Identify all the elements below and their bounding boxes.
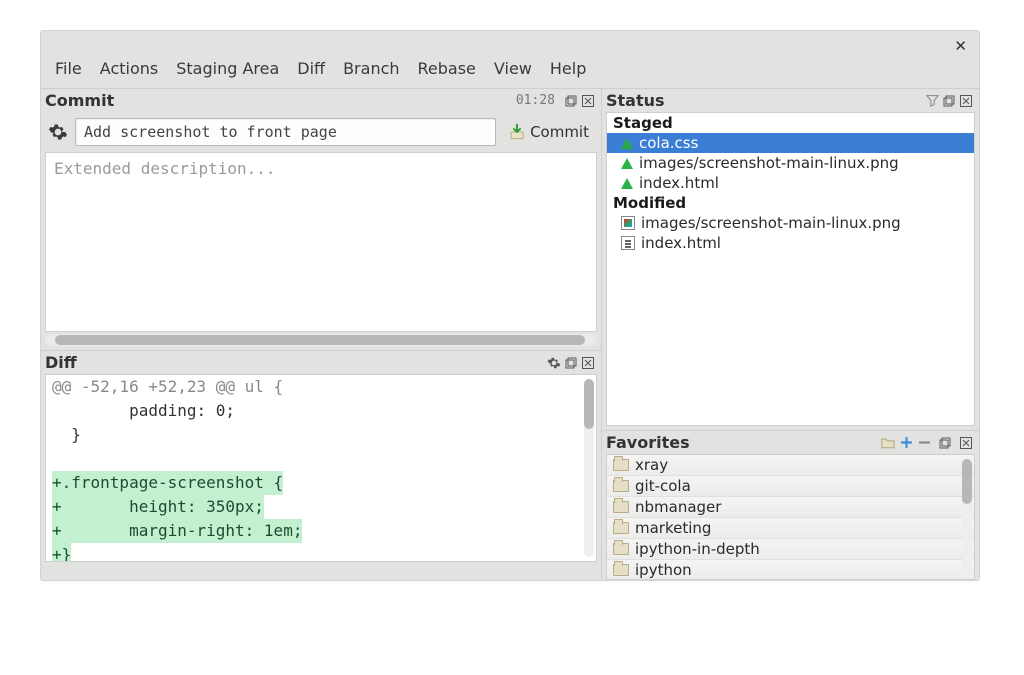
- file-name: images/screenshot-main-linux.png: [639, 154, 899, 172]
- panel-close-icon[interactable]: [959, 94, 973, 108]
- vertical-scrollbar[interactable]: [962, 459, 972, 575]
- folder-icon: [613, 501, 629, 513]
- remove-icon[interactable]: [917, 436, 931, 450]
- favorite-item[interactable]: marketing: [607, 518, 974, 539]
- favorites-list: xray git-cola nbmanager marketing ipython-in…: [606, 454, 975, 580]
- file-name: index.html: [639, 174, 719, 192]
- restore-icon[interactable]: [564, 94, 578, 108]
- horizontal-scrollbar[interactable]: [45, 334, 597, 346]
- diff-view[interactable]: @@ -52,16 +52,23 @@ ul { padding: 0; } +…: [45, 374, 597, 562]
- favorites-panel: Favorites: [602, 430, 979, 580]
- folder-icon: [613, 480, 629, 492]
- diff-panel-header: Diff: [41, 350, 601, 374]
- commit-panel-title: Commit: [45, 91, 114, 110]
- close-icon[interactable]: ✕: [954, 37, 967, 55]
- staged-icon: [621, 178, 633, 189]
- favorite-label: ipython: [635, 561, 692, 579]
- folder-icon: [613, 522, 629, 534]
- diff-line: + height: 350px;: [46, 495, 596, 519]
- panel-close-icon[interactable]: [581, 94, 595, 108]
- staged-icon: [621, 158, 633, 169]
- gear-icon[interactable]: [47, 121, 69, 143]
- favorite-item[interactable]: ipython: [607, 560, 974, 580]
- folder-icon: [613, 564, 629, 576]
- commit-summary-input[interactable]: [75, 118, 496, 146]
- modified-file[interactable]: index.html: [607, 233, 974, 253]
- modified-file[interactable]: images/screenshot-main-linux.png: [607, 213, 974, 233]
- file-name: images/screenshot-main-linux.png: [641, 214, 901, 232]
- favorite-label: nbmanager: [635, 498, 721, 516]
- folder-icon: [613, 459, 629, 471]
- add-icon[interactable]: [899, 436, 913, 450]
- status-panel-header: Status: [602, 88, 979, 112]
- panel-close-icon[interactable]: [581, 356, 595, 370]
- status-panel-title: Status: [606, 91, 665, 110]
- diff-line: +.frontpage-screenshot {: [46, 471, 596, 495]
- open-folder-icon[interactable]: [881, 436, 895, 450]
- menu-rebase[interactable]: Rebase: [418, 59, 476, 78]
- file-name: cola.css: [639, 134, 698, 152]
- diff-line: padding: 0;: [46, 399, 596, 423]
- favorite-label: marketing: [635, 519, 711, 537]
- commit-button-label: Commit: [530, 123, 589, 141]
- staged-icon: [621, 138, 633, 149]
- diff-line: }: [46, 423, 596, 447]
- favorites-panel-title: Favorites: [606, 433, 690, 452]
- diff-line: [46, 447, 596, 471]
- favorite-label: xray: [635, 456, 668, 474]
- filter-icon[interactable]: [925, 94, 939, 108]
- favorite-item[interactable]: nbmanager: [607, 497, 974, 518]
- menubar: File Actions Staging Area Diff Branch Rebase V…: [41, 31, 979, 88]
- restore-icon[interactable]: [942, 94, 956, 108]
- diff-gear-icon[interactable]: [547, 356, 561, 370]
- favorites-panel-header: Favorites: [602, 430, 979, 454]
- favorite-item[interactable]: ipython-in-depth: [607, 539, 974, 560]
- restore-icon[interactable]: [564, 356, 578, 370]
- folder-icon: [613, 543, 629, 555]
- diff-line: + margin-right: 1em;: [46, 519, 596, 543]
- menu-staging-area[interactable]: Staging Area: [176, 59, 279, 78]
- diff-line: @@ -52,16 +52,23 @@ ul {: [46, 375, 596, 399]
- extended-description-input[interactable]: Extended description...: [45, 152, 597, 332]
- commit-panel: Commit 01:28 Commit: [41, 88, 601, 562]
- staged-file[interactable]: index.html: [607, 173, 974, 193]
- commit-toolbar: Commit: [41, 112, 601, 152]
- vertical-scrollbar[interactable]: [584, 379, 594, 557]
- restore-icon[interactable]: [938, 436, 952, 450]
- menu-help[interactable]: Help: [550, 59, 586, 78]
- menu-file[interactable]: File: [55, 59, 82, 78]
- diff-line: +}: [46, 543, 596, 562]
- panel-close-icon[interactable]: [959, 436, 973, 450]
- status-group-label: Modified: [607, 193, 974, 213]
- commit-time: 01:28: [516, 93, 555, 108]
- favorite-label: git-cola: [635, 477, 691, 495]
- app-window: ✕ File Actions Staging Area Diff Branch Rebas…: [40, 30, 980, 581]
- file-icon: [621, 216, 635, 230]
- diff-panel: Diff @@ -52,16 +52,23 @@ ul { padding: 0…: [41, 350, 601, 562]
- status-list: Stagedcola.css images/screenshot-main-lin…: [606, 112, 975, 426]
- favorite-label: ipython-in-depth: [635, 540, 760, 558]
- commit-button[interactable]: Commit: [502, 120, 595, 144]
- favorite-item[interactable]: git-cola: [607, 476, 974, 497]
- commit-panel-header: Commit 01:28: [41, 88, 601, 112]
- file-icon: [621, 236, 635, 250]
- status-column: Status Stagedcola.css images/screenshot-m…: [601, 88, 979, 580]
- favorite-item[interactable]: xray: [607, 455, 974, 476]
- diff-panel-title: Diff: [45, 353, 77, 372]
- menu-branch[interactable]: Branch: [343, 59, 399, 78]
- file-name: index.html: [641, 234, 721, 252]
- menu-actions[interactable]: Actions: [100, 59, 158, 78]
- staged-file[interactable]: images/screenshot-main-linux.png: [607, 153, 974, 173]
- menu-diff[interactable]: Diff: [297, 59, 325, 78]
- staged-file[interactable]: cola.css: [607, 133, 974, 153]
- commit-apply-icon: [508, 123, 526, 141]
- status-group-label: Staged: [607, 113, 974, 133]
- menu-view[interactable]: View: [494, 59, 532, 78]
